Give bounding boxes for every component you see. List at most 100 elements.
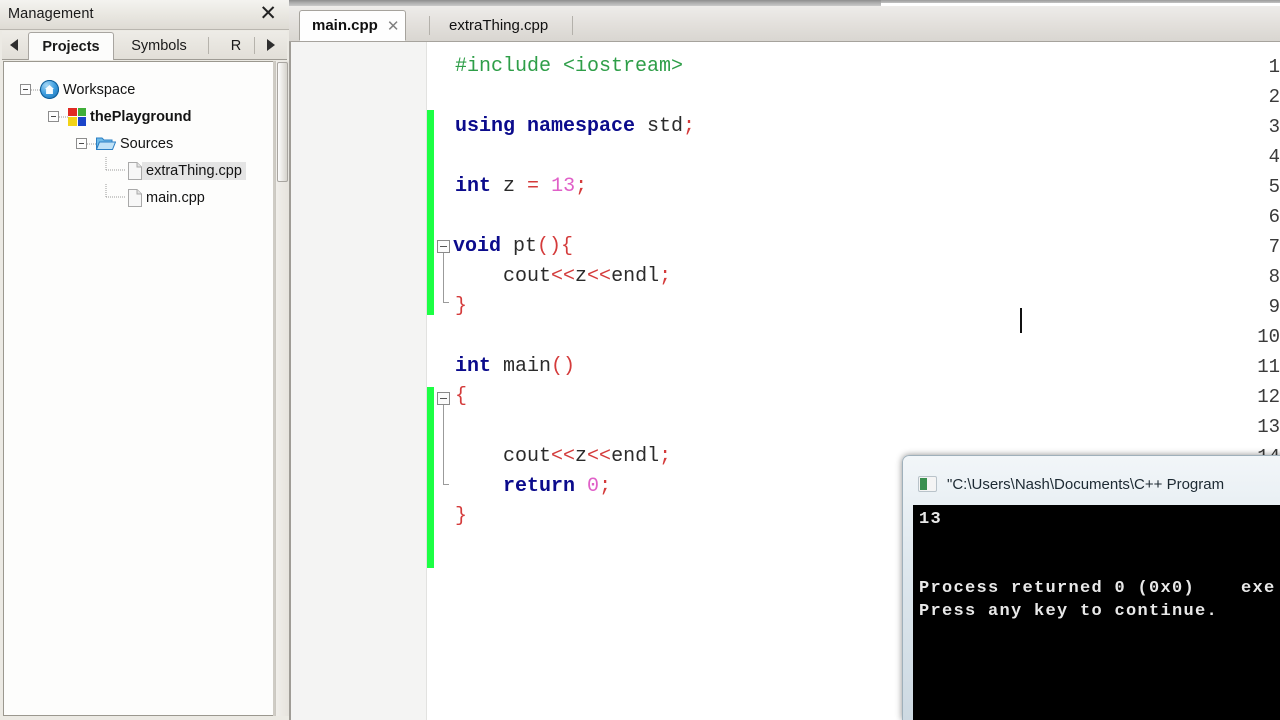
code-token: z [575, 265, 588, 288]
tree-item-theplayground[interactable]: thePlayground [48, 103, 196, 130]
app-window: Management ✕ Projects Symbols R Workspac… [0, 0, 1280, 720]
code-token: ; [659, 265, 672, 288]
panel-vertical-scrollbar[interactable] [275, 61, 289, 716]
chevron-left-icon[interactable] [4, 31, 24, 59]
code-token: () [537, 235, 562, 258]
code-token: << [587, 265, 612, 288]
code-token: ; [683, 115, 696, 138]
tab-resources-label: R [230, 38, 242, 54]
tree-item-extrathing[interactable]: extraThing.cpp [104, 157, 246, 184]
code-line: { [455, 382, 467, 412]
console-title: "C:\Users\Nash\Documents\C++ Program [947, 475, 1225, 493]
console-title-bar[interactable]: "C:\Users\Nash\Documents\C++ Program [908, 471, 1280, 497]
code-token: z [575, 445, 588, 468]
tab-projects-label: Projects [42, 38, 100, 55]
code-token: { [455, 385, 468, 408]
code-token: << [551, 265, 576, 288]
expander-icon[interactable] [20, 84, 31, 95]
code-token: endl [611, 445, 660, 468]
code-line: #include <iostream> [455, 52, 683, 82]
editor-tab-maincpp[interactable]: main.cpp ✕ [299, 10, 407, 41]
console-output: 13 Process returned 0 (0x0) exe Press an… [913, 505, 1280, 720]
tree-item-sources-label: Sources [120, 135, 174, 152]
tree-item-maincpp[interactable]: main.cpp [104, 184, 209, 211]
tab-projects[interactable]: Projects [28, 32, 114, 60]
tree-connector [59, 116, 68, 117]
tab-separator-2 [254, 37, 255, 54]
code-token: { [561, 235, 574, 258]
code-token: () [551, 355, 576, 378]
tab-symbols[interactable]: Symbols [118, 33, 200, 59]
editor-tab-maincpp-label: main.cpp [312, 17, 378, 34]
file-icon [128, 161, 142, 180]
console-window-icon [918, 476, 937, 492]
code-line: return 0; [455, 472, 611, 502]
expander-icon[interactable] [48, 111, 59, 122]
code-token: void [453, 235, 502, 258]
folder-icon [95, 136, 117, 151]
code-token: z [491, 175, 528, 198]
code-line: } [455, 292, 467, 322]
code-line: void pt(){ [453, 232, 573, 262]
tree-item-extrathing-label: extraThing.cpp [142, 161, 246, 180]
file-icon [128, 188, 142, 207]
code-token: << [551, 445, 576, 468]
code-token: } [455, 295, 468, 318]
management-title: Management [8, 6, 94, 22]
code-token: cout [455, 265, 552, 288]
code-token: = [527, 175, 540, 198]
tree-item-maincpp-label: main.cpp [146, 189, 205, 206]
tree-connector [105, 157, 126, 171]
code-line: int z = 13; [455, 172, 587, 202]
code-token: endl [611, 265, 660, 288]
tab-resources[interactable]: R [224, 33, 248, 59]
console-output-line: 13 [919, 510, 943, 529]
management-title-bar: Management ✕ [0, 0, 289, 30]
console-status-line: Process returned 0 (0x0) exe [919, 579, 1276, 598]
close-icon[interactable]: ✕ [259, 3, 277, 25]
tree-item-workspace-label: Workspace [63, 81, 136, 98]
tab-divider-2 [572, 16, 573, 35]
expander-icon[interactable] [76, 138, 87, 149]
chevron-right-icon[interactable] [261, 31, 281, 59]
code-line: using namespace std; [455, 112, 695, 142]
project-tree: Workspace thePlayground Sources extraThi… [3, 61, 275, 716]
tree-item-workspace[interactable]: Workspace [20, 76, 139, 103]
code-line: int main() [455, 352, 575, 382]
console-status-line: Press any key to continue. [919, 602, 1219, 621]
close-icon[interactable]: ✕ [387, 17, 400, 35]
code-token: } [455, 505, 468, 528]
code-token: << [587, 445, 612, 468]
tree-item-sources[interactable]: Sources [76, 130, 177, 157]
code-token: 13 [551, 175, 576, 198]
text-caret [1020, 308, 1022, 333]
tree-connector [87, 143, 96, 144]
code-token: using namespace [455, 115, 648, 138]
tab-separator [208, 37, 209, 54]
scrollbar-thumb[interactable] [277, 62, 288, 182]
editor-tabstrip: main.cpp ✕ extraThing.cpp [289, 6, 1280, 42]
code-token: main [491, 355, 552, 378]
code-line: cout<<z<<endl; [455, 442, 671, 472]
tab-divider [429, 16, 430, 35]
tab-symbols-label: Symbols [131, 38, 187, 54]
code-token: #include <iostream> [455, 55, 684, 78]
window-top-edge-right [881, 0, 1280, 3]
editor-tab-extrathing[interactable]: extraThing.cpp [437, 10, 560, 41]
code-token: return [455, 475, 576, 498]
code-token: ; [599, 475, 612, 498]
code-token: pt [501, 235, 538, 258]
editor-tab-extrathing-label: extraThing.cpp [449, 17, 549, 34]
tree-connector [105, 184, 126, 198]
code-token: ; [575, 175, 588, 198]
console-window[interactable]: "C:\Users\Nash\Documents\C++ Program 13 … [902, 455, 1280, 720]
console-status-block: Process returned 0 (0x0) exe Press any k… [919, 577, 1276, 623]
management-tabstrip: Projects Symbols R [2, 31, 287, 60]
code-token: cout [455, 445, 552, 468]
tree-connector [31, 89, 40, 90]
code-token: int [455, 175, 492, 198]
code-token: std [647, 115, 684, 138]
globe-icon [40, 80, 59, 99]
